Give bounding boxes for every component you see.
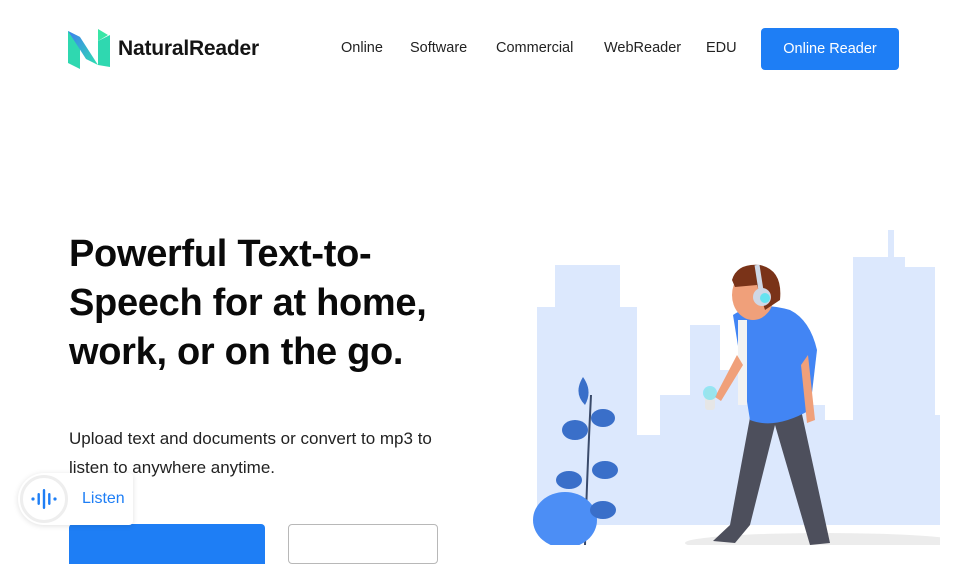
hero-subtitle-line: Upload text and documents or convert to … [69,429,432,448]
nav-commercial[interactable]: Commercial [496,40,573,56]
listen-widget[interactable]: Listen [18,473,133,525]
logo[interactable]: NaturalReader [68,29,259,69]
logo-text: NaturalReader [118,37,259,60]
hero-title: Powerful Text-to- Speech for at home, wo… [69,230,489,377]
secondary-action-button[interactable] [288,524,438,564]
site-header: NaturalReader Online Software Commercial… [0,0,970,98]
nav-online[interactable]: Online [341,40,383,56]
hero-illustration [533,230,940,545]
sound-wave-icon [31,489,57,509]
naturalreader-logo-icon [68,29,110,69]
hero-title-line: Speech for at home, [69,282,427,324]
primary-action-button[interactable] [69,524,265,564]
online-reader-button[interactable]: Online Reader [761,28,899,70]
nav-webreader[interactable]: WebReader [604,40,681,56]
hero-title-line: work, or on the go. [69,331,404,373]
hero-title-line: Powerful Text-to- [69,233,372,275]
listen-label: Listen [82,490,125,507]
listen-icon-wrap [20,475,68,523]
nav-edu[interactable]: EDU [706,40,737,56]
nav-software[interactable]: Software [410,40,467,56]
